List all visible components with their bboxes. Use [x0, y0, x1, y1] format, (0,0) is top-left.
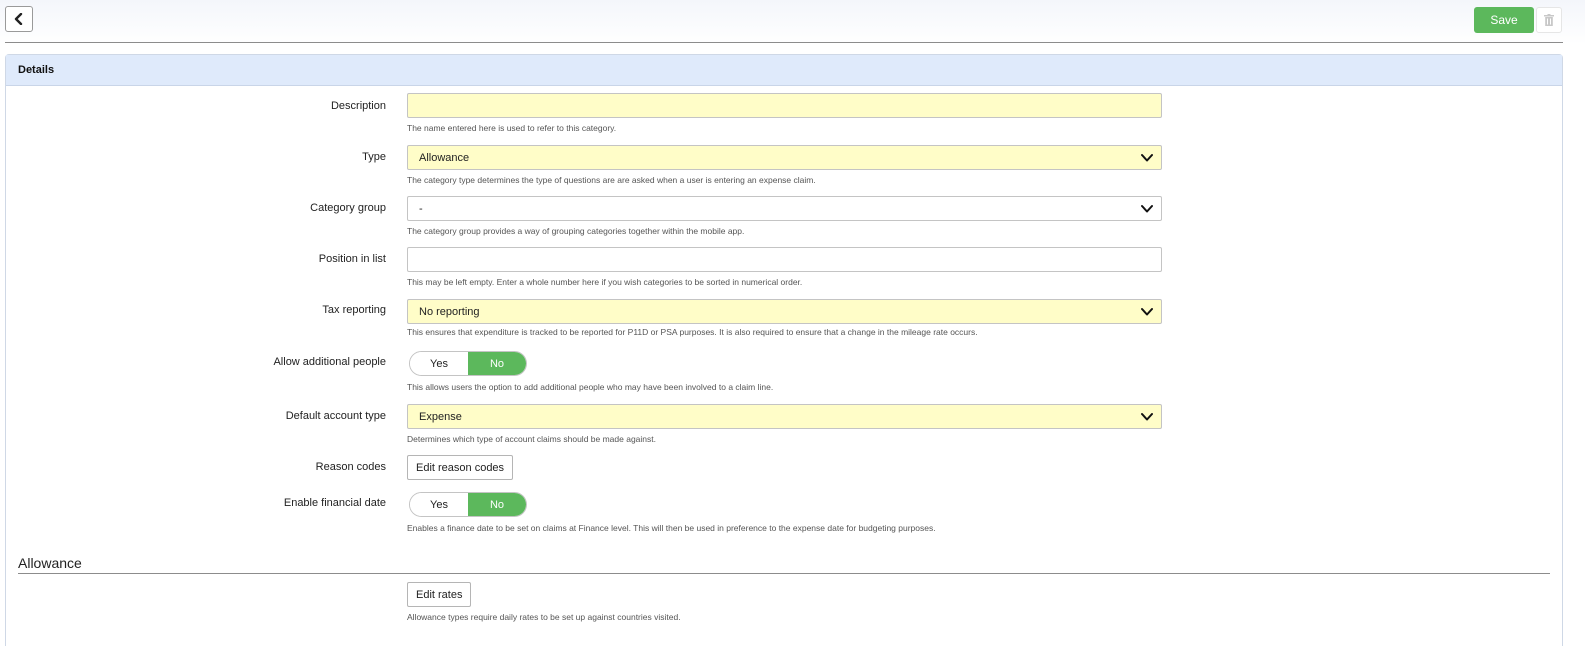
- default-account-hint: Determines which type of account claims …: [407, 434, 656, 444]
- panel-header: Details: [6, 55, 1562, 86]
- additional-people-label: Allow additional people: [273, 356, 386, 368]
- allowance-hint: Allowance types require daily rates to b…: [407, 612, 681, 622]
- toggle-yes-option[interactable]: Yes: [410, 493, 468, 516]
- toggle-no-option[interactable]: No: [468, 352, 526, 375]
- additional-people-hint: This allows users the option to add addi…: [407, 382, 774, 392]
- category-group-value: -: [419, 202, 423, 215]
- reason-codes-label: Reason codes: [315, 461, 386, 473]
- chevron-left-icon: [14, 13, 23, 25]
- tax-reporting-select[interactable]: No reporting: [407, 299, 1162, 324]
- chevron-down-icon: [1141, 154, 1153, 162]
- financial-date-toggle[interactable]: Yes No: [409, 492, 527, 517]
- allowance-section-divider: [18, 573, 1550, 574]
- allowance-section-title: Allowance: [18, 555, 82, 571]
- chevron-down-icon: [1141, 413, 1153, 421]
- back-button[interactable]: [5, 6, 33, 32]
- chevron-down-icon: [1141, 205, 1153, 213]
- category-group-label: Category group: [310, 202, 386, 214]
- description-label: Description: [330, 100, 386, 112]
- financial-date-hint: Enables a finance date to be set on clai…: [407, 523, 936, 533]
- top-toolbar: [0, 0, 1585, 44]
- trash-icon: [1544, 14, 1554, 26]
- position-label: Position in list: [318, 253, 386, 265]
- type-label: Type: [362, 151, 386, 163]
- default-account-value: Expense: [419, 410, 462, 423]
- category-group-hint: The category group provides a way of gro…: [407, 226, 745, 236]
- tax-reporting-label: Tax reporting: [322, 304, 386, 316]
- description-hint: The name entered here is used to refer t…: [407, 123, 617, 133]
- delete-button[interactable]: [1536, 7, 1562, 33]
- edit-rates-button[interactable]: Edit rates: [407, 582, 472, 607]
- toggle-no-option[interactable]: No: [468, 493, 526, 516]
- default-account-label: Default account type: [285, 410, 386, 422]
- toggle-yes-option[interactable]: Yes: [410, 352, 468, 375]
- tax-reporting-hint: This ensures that expenditure is tracked…: [407, 327, 978, 337]
- position-input[interactable]: [407, 247, 1162, 272]
- toolbar-divider: [5, 42, 1563, 43]
- financial-date-label: Enable financial date: [283, 497, 386, 509]
- position-hint: This may be left empty. Enter a whole nu…: [407, 277, 803, 287]
- type-value: Allowance: [419, 151, 470, 164]
- type-select[interactable]: Allowance: [407, 145, 1162, 170]
- type-hint: The category type determines the type of…: [407, 175, 816, 185]
- edit-reason-codes-button[interactable]: Edit reason codes: [407, 455, 514, 480]
- tax-reporting-value: No reporting: [419, 305, 480, 318]
- category-group-select[interactable]: -: [407, 196, 1162, 221]
- description-input[interactable]: [407, 93, 1162, 118]
- chevron-down-icon: [1141, 308, 1153, 316]
- save-button[interactable]: Save: [1474, 7, 1534, 33]
- default-account-select[interactable]: Expense: [407, 404, 1162, 429]
- details-panel: Details Description The name entered her…: [5, 54, 1563, 646]
- additional-people-toggle[interactable]: Yes No: [409, 351, 527, 376]
